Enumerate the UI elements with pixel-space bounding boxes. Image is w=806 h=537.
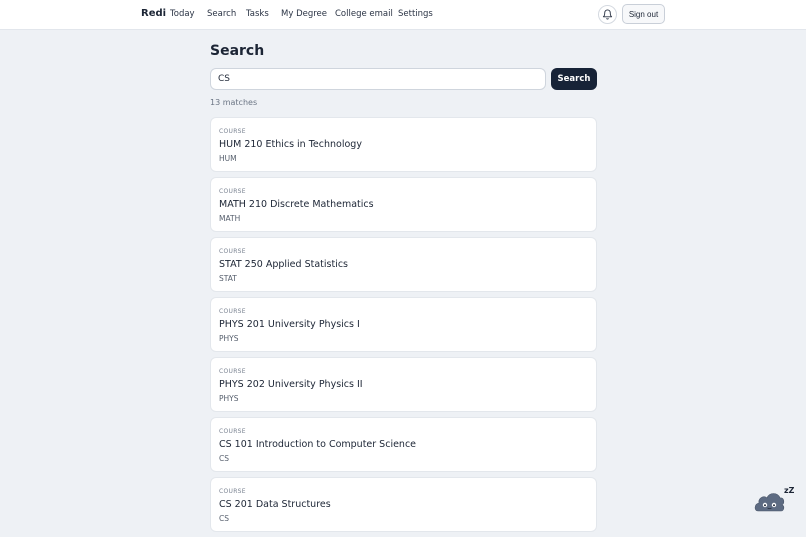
result-type-label: COURSE	[219, 248, 246, 255]
page-title: Search	[210, 43, 265, 59]
result-title: PHYS 202 University Physics II	[219, 379, 363, 390]
nav-settings[interactable]: Settings	[398, 9, 433, 19]
search-input[interactable]	[210, 68, 546, 90]
sleep-zz-text: zZ	[784, 486, 794, 495]
result-subject: CS	[219, 454, 229, 463]
result-type-label: COURSE	[219, 368, 246, 375]
match-count: 13 matches	[210, 98, 258, 107]
result-subject: MATH	[219, 214, 241, 223]
notifications-button[interactable]	[598, 5, 617, 24]
search-results-list: COURSE HUM 210 Ethics in Technology HUM …	[210, 117, 597, 537]
top-navigation-bar: Redi Today Search Tasks My Degree Colleg…	[0, 0, 806, 30]
result-title: STAT 250 Applied Statistics	[219, 259, 348, 270]
brand-logo[interactable]: Redi	[141, 8, 166, 19]
result-card[interactable]: COURSE CS 201 Data Structures CS	[210, 477, 597, 532]
nav-college-email[interactable]: College email	[335, 9, 393, 19]
sleeping-cloud-icon: zZ	[754, 486, 795, 512]
search-button[interactable]: Search	[551, 68, 597, 90]
result-title: CS 201 Data Structures	[219, 499, 331, 510]
result-title: CS 101 Introduction to Computer Science	[219, 439, 417, 450]
result-card[interactable]: COURSE CS 101 Introduction to Computer S…	[210, 417, 597, 472]
result-card[interactable]: COURSE PHYS 201 University Physics I PHY…	[210, 297, 597, 352]
result-card[interactable]: COURSE MATH 210 Discrete Mathematics MAT…	[210, 177, 597, 232]
result-card[interactable]: COURSE STAT 250 Applied Statistics STAT	[210, 237, 597, 292]
result-title: HUM 210 Ethics in Technology	[219, 139, 362, 150]
bell-icon	[602, 9, 613, 20]
result-type-label: COURSE	[219, 188, 246, 195]
result-type-label: COURSE	[219, 428, 246, 435]
result-title: PHYS 201 University Physics I	[219, 319, 360, 330]
result-subject: CS	[219, 514, 229, 523]
result-subject: STAT	[219, 274, 237, 283]
result-title: MATH 210 Discrete Mathematics	[219, 199, 374, 210]
result-card[interactable]: COURSE PHYS 202 University Physics II PH…	[210, 357, 597, 412]
result-subject: HUM	[219, 154, 237, 163]
nav-today[interactable]: Today	[170, 9, 195, 19]
result-subject: PHYS	[219, 334, 239, 343]
assistant-mascot-button[interactable]: zZ	[754, 484, 795, 516]
result-card[interactable]: COURSE HUM 210 Ethics in Technology HUM	[210, 117, 597, 172]
result-type-label: COURSE	[219, 128, 246, 135]
nav-my-degree[interactable]: My Degree	[281, 9, 327, 19]
result-type-label: COURSE	[219, 308, 246, 315]
result-type-label: COURSE	[219, 488, 246, 495]
nav-search[interactable]: Search	[207, 9, 236, 19]
sign-out-button[interactable]: Sign out	[622, 4, 665, 24]
nav-tasks[interactable]: Tasks	[246, 9, 269, 19]
result-subject: PHYS	[219, 394, 239, 403]
